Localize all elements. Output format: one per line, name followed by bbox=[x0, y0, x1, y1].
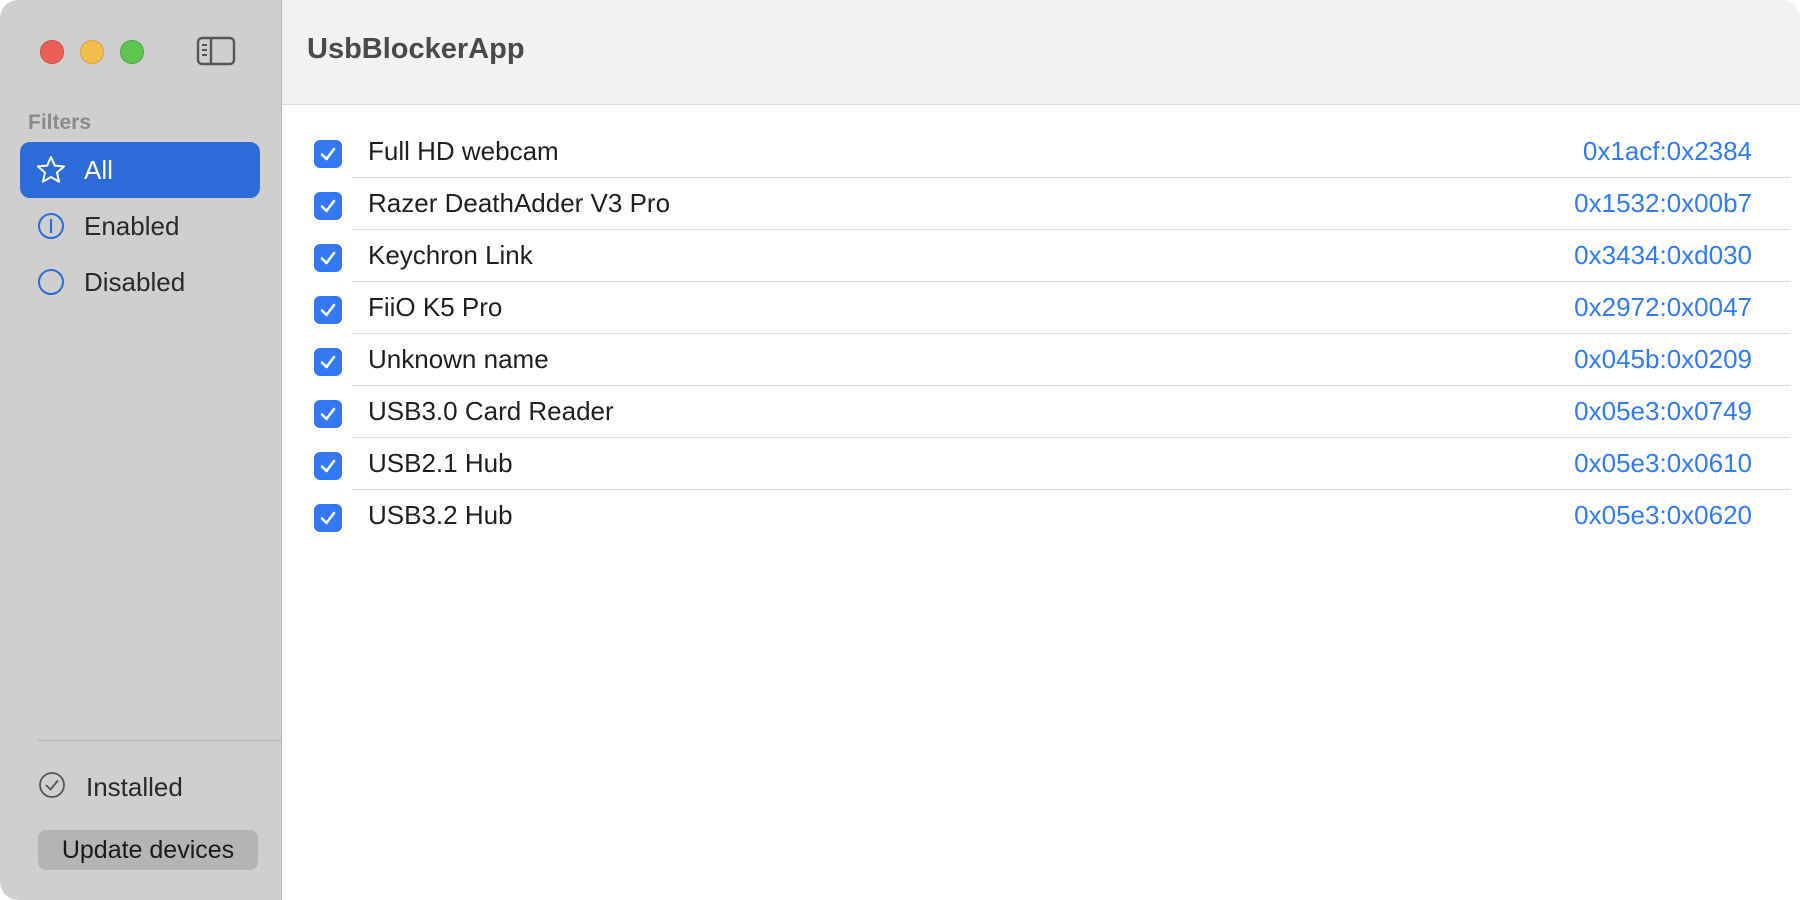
device-checkbox[interactable] bbox=[314, 244, 342, 272]
checkmark-icon bbox=[320, 355, 336, 369]
device-checkbox[interactable] bbox=[314, 296, 342, 324]
device-row: FiiO K5 Pro 0x2972:0x0047 bbox=[282, 282, 1800, 334]
filters-heading: Filters bbox=[28, 111, 92, 134]
device-list: Full HD webcam 0x1acf:0x2384 Razer Death… bbox=[282, 126, 1800, 542]
checkmark-icon bbox=[320, 303, 336, 317]
sidebar-divider bbox=[38, 740, 282, 741]
minimize-window-button[interactable] bbox=[80, 40, 104, 64]
sidebar-item-label: All bbox=[84, 154, 113, 185]
star-icon bbox=[36, 155, 66, 185]
sidebar-item-enabled[interactable]: Enabled bbox=[20, 198, 260, 254]
device-row: Full HD webcam 0x1acf:0x2384 bbox=[282, 126, 1800, 178]
circle-icon bbox=[36, 267, 66, 297]
main-content: UsbBlockerApp Full HD webcam 0x1acf:0x23… bbox=[282, 0, 1800, 900]
checkmark-circle-icon bbox=[38, 771, 66, 804]
checkmark-icon bbox=[320, 459, 336, 473]
checkmark-icon bbox=[320, 147, 336, 161]
app-window: Filters All Enabled Disabled Installed U… bbox=[0, 0, 1800, 900]
title-bar: UsbBlockerApp bbox=[282, 0, 1800, 105]
update-devices-button[interactable]: Update devices bbox=[38, 830, 258, 870]
device-checkbox[interactable] bbox=[314, 348, 342, 376]
sidebar: Filters All Enabled Disabled Installed U… bbox=[0, 0, 282, 900]
checkmark-icon bbox=[320, 511, 336, 525]
app-title: UsbBlockerApp bbox=[307, 33, 525, 65]
sidebar-left-icon bbox=[196, 36, 236, 66]
device-name: Keychron Link bbox=[368, 240, 533, 270]
circle-line-icon bbox=[36, 211, 66, 241]
device-row: USB2.1 Hub 0x05e3:0x0610 bbox=[282, 438, 1800, 490]
device-name: FiiO K5 Pro bbox=[368, 292, 503, 322]
device-row: USB3.2 Hub 0x05e3:0x0620 bbox=[282, 490, 1800, 542]
device-checkbox[interactable] bbox=[314, 192, 342, 220]
sidebar-item-all[interactable]: All bbox=[20, 142, 260, 198]
device-row: USB3.0 Card Reader 0x05e3:0x0749 bbox=[282, 386, 1800, 438]
device-name: Razer DeathAdder V3 Pro bbox=[368, 188, 671, 218]
device-name: Unknown name bbox=[368, 344, 549, 374]
device-name: Full HD webcam bbox=[368, 136, 559, 166]
close-window-button[interactable] bbox=[40, 40, 64, 64]
device-checkbox[interactable] bbox=[314, 400, 342, 428]
sidebar-item-label: Disabled bbox=[84, 266, 186, 297]
sidebar-item-disabled[interactable]: Disabled bbox=[20, 254, 260, 310]
device-row: Razer DeathAdder V3 Pro 0x1532:0x00b7 bbox=[282, 178, 1800, 230]
sidebar-item-label: Enabled bbox=[84, 210, 180, 241]
device-name: USB3.0 Card Reader bbox=[368, 396, 614, 426]
device-id: 0x1532:0x00b7 bbox=[1574, 188, 1752, 218]
device-checkbox[interactable] bbox=[314, 504, 342, 532]
checkmark-icon bbox=[320, 199, 336, 213]
device-row: Keychron Link 0x3434:0xd030 bbox=[282, 230, 1800, 282]
device-name: USB2.1 Hub bbox=[368, 448, 513, 478]
device-id: 0x2972:0x0047 bbox=[1574, 292, 1752, 322]
device-id: 0x045b:0x0209 bbox=[1574, 344, 1752, 374]
device-id: 0x3434:0xd030 bbox=[1574, 240, 1752, 270]
zoom-window-button[interactable] bbox=[120, 40, 144, 64]
device-checkbox[interactable] bbox=[314, 452, 342, 480]
device-row: Unknown name 0x045b:0x0209 bbox=[282, 334, 1800, 386]
device-id: 0x1acf:0x2384 bbox=[1582, 136, 1752, 166]
device-id: 0x05e3:0x0620 bbox=[1574, 500, 1752, 530]
device-name: USB3.2 Hub bbox=[368, 500, 513, 530]
installed-label: Installed bbox=[86, 772, 183, 802]
device-checkbox[interactable] bbox=[314, 140, 342, 168]
checkmark-icon bbox=[320, 251, 336, 265]
checkmark-icon bbox=[320, 407, 336, 421]
device-id: 0x05e3:0x0610 bbox=[1574, 448, 1752, 478]
sidebar-toggle-button[interactable] bbox=[196, 35, 236, 67]
device-id: 0x05e3:0x0749 bbox=[1574, 396, 1752, 426]
installed-status: Installed bbox=[38, 771, 183, 804]
